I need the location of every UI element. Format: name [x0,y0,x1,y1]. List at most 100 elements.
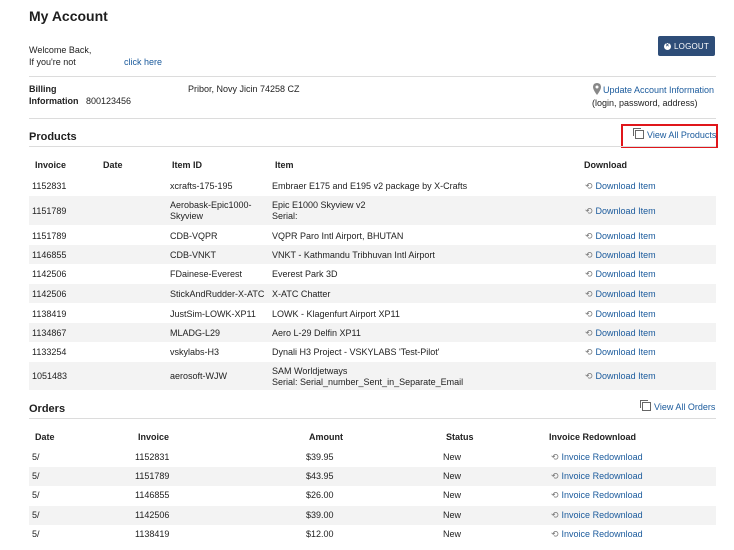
divider [29,146,716,147]
amount-cell: $43.95 [306,471,334,481]
download-item-link[interactable]: ⟲ Download Item [585,206,656,217]
item-cell: Aero L-29 Delfin XP11 [272,328,361,338]
update-account-link[interactable]: Update Account Information [603,85,714,95]
welcome-text: Welcome Back, [29,45,92,55]
refresh-icon: ⟲ [585,231,593,241]
col-amount: Amount [309,432,343,442]
status-cell: New [443,490,462,500]
billing-label: Billing [29,84,57,94]
col-date: Date [103,160,123,170]
orders-title: Orders [29,403,66,415]
table-row: 1142506 StickAndRudder-X-ATC X-ATC Chatter… [29,284,716,303]
refresh-icon: ⟲ [585,289,593,299]
copy-icon [633,128,644,139]
click-here-link[interactable]: click here [124,57,162,67]
item-id-cell: FDainese-Everest [170,269,243,279]
invoice-cell: 1146855 [135,490,170,500]
download-item-link[interactable]: ⟲ Download Item [585,250,656,261]
invoice-redownload-link[interactable]: ⟲ Invoice Redownload [551,490,643,501]
item-id-cell: JustSim-LOWK-XP11 [170,309,256,319]
download-item-label: Download Item [595,250,656,260]
invoice-redownload-link[interactable]: ⟲ Invoice Redownload [551,471,643,482]
download-item-label: Download Item [595,269,656,279]
refresh-icon: ⟲ [585,206,593,216]
invoice-cell: 1138419 [32,309,67,319]
update-account-sub: (login, password, address) [592,98,698,108]
table-row: 5/1138419 $12.00 New ⟲ Invoice Redownload [29,525,716,545]
download-item-link[interactable]: ⟲ Download Item [585,289,656,300]
download-item-link[interactable]: ⟲ Download Item [585,347,656,358]
download-item-label: Download Item [595,328,656,338]
refresh-icon: ⟲ [585,371,593,381]
divider [29,118,716,119]
invoice-redownload-link[interactable]: ⟲ Invoice Redownload [551,510,643,521]
view-all-products-link[interactable]: View All Products [633,128,716,140]
table-row: 5/1142506 $39.00 New ⟲ Invoice Redownload [29,506,716,525]
col-status: Status [446,432,474,442]
col-invoice: Invoice [138,432,170,442]
billing-label-2: Information [29,96,79,106]
col-item-id: Item ID [172,160,203,170]
invoice-cell: 1151789 [135,471,170,481]
invoice-redownload-label: Invoice Redownload [561,490,643,500]
item-cell: SAM Worldjetways [272,366,348,376]
amount-cell: $12.00 [306,529,334,539]
divider [29,418,716,419]
billing-address: Pribor, Novy Jicin 74258 CZ [188,84,300,94]
item-cell-2: Serial: [272,211,298,221]
date-cell: 5/ [32,490,40,500]
not-you-text: If you're not [29,57,76,67]
refresh-icon: ⟲ [585,347,593,357]
status-cell: New [443,452,462,462]
refresh-icon: ⟲ [551,490,559,500]
invoice-cell: 1134867 [32,328,67,338]
amount-cell: $39.95 [306,452,334,462]
invoice-cell: 1142506 [32,289,67,299]
item-id-cell: Aerobask-Epic1000- [170,200,252,210]
view-all-orders-label: View All Orders [654,402,716,412]
invoice-redownload-label: Invoice Redownload [561,471,643,481]
invoice-redownload-link[interactable]: ⟲ Invoice Redownload [551,452,643,463]
col-invoice-redownload: Invoice Redownload [549,432,637,442]
download-item-link[interactable]: ⟲ Download Item [585,309,656,320]
table-row: 1133254 vskylabs-H3 Dynali H3 Project - VS… [29,342,716,361]
download-item-label: Download Item [595,371,656,381]
invoice-cell: 1152831 [135,452,170,462]
item-cell: X-ATC Chatter [272,289,331,299]
download-item-label: Download Item [595,309,656,319]
view-all-orders-link[interactable]: View All Orders [640,400,716,412]
table-row: 1138419 JustSim-LOWK-XP11 LOWK - Klagenfur… [29,304,716,323]
item-cell: Epic E1000 Skyview v2 [272,200,366,210]
invoice-redownload-link[interactable]: ⟲ Invoice Redownload [551,529,643,540]
col-invoice: Invoice [35,160,67,170]
download-item-link[interactable]: ⟲ Download Item [585,328,656,339]
billing-number: 800123456 [86,96,132,106]
status-cell: New [443,529,462,539]
download-item-label: Download Item [595,231,656,241]
products-header-row: Invoice Date Item ID Item Download [29,160,716,172]
download-item-link[interactable]: ⟲ Download Item [585,231,656,242]
amount-cell: $39.00 [306,510,334,520]
item-cell: LOWK - Klagenfurt Airport XP11 [272,309,400,319]
orders-header-row: Date Invoice Amount Status Invoice Redow… [29,432,716,444]
download-item-link[interactable]: ⟲ Download Item [585,269,656,280]
item-id-cell: CDB-VQPR [170,231,218,241]
invoice-cell: 1133254 [32,347,67,357]
logout-button[interactable]: × LOGOUT [658,36,715,56]
download-item-link[interactable]: ⟲ Download Item [585,371,656,382]
date-cell: 5/ [32,471,40,481]
refresh-icon: ⟲ [585,328,593,338]
copy-icon [640,400,651,411]
table-row: 1151789 Aerobask-Epic1000- Skyview Epic E10… [29,196,716,225]
item-cell: VQPR Paro Intl Airport, BHUTAN [272,231,404,241]
invoice-redownload-label: Invoice Redownload [561,452,643,462]
invoice-cell: 1151789 [32,206,67,216]
download-item-link[interactable]: ⟲ Download Item [585,181,656,192]
item-cell: VNKT - Kathmandu Tribhuvan Intl Airport [272,250,435,260]
amount-cell: $26.00 [306,490,334,500]
item-cell-2: Serial: Serial_number_Sent_in_Separate_E… [272,377,464,387]
invoice-cell: 1142506 [135,510,170,520]
logout-label: LOGOUT [674,41,709,51]
map-pin-icon [592,83,602,95]
table-row: 1146855 CDB-VNKT VNKT - Kathmandu Tribhuva… [29,245,716,264]
